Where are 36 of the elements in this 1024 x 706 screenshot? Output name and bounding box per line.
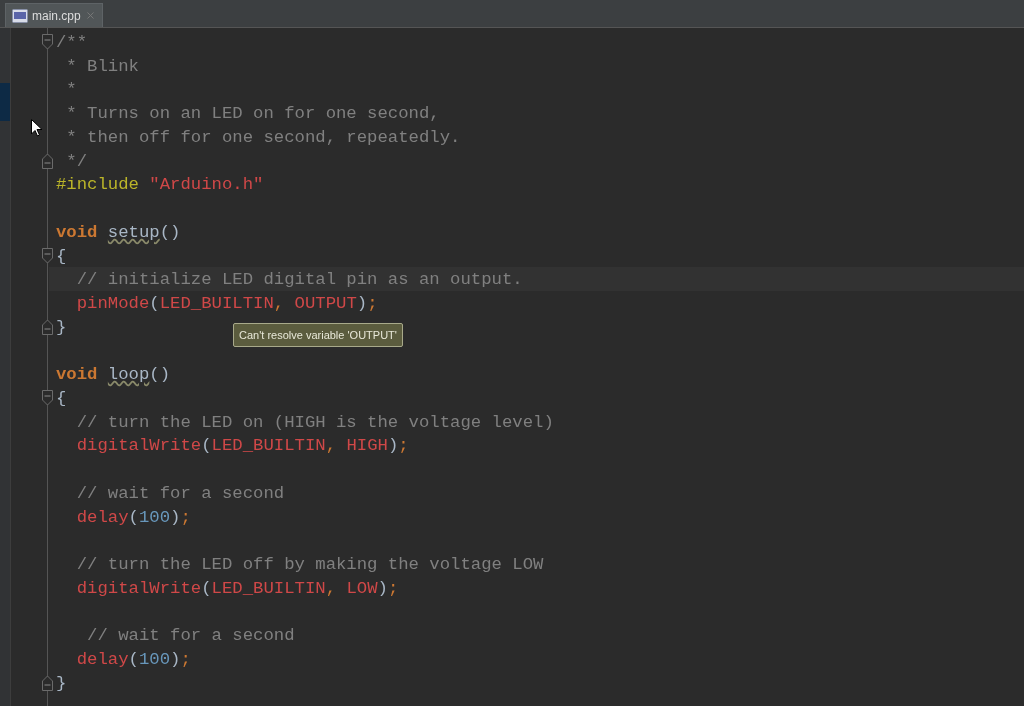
code-line: } xyxy=(56,316,67,339)
code-line: * Blink xyxy=(65,55,139,78)
fold-icon[interactable] xyxy=(42,318,53,335)
code-line: // wait for a second xyxy=(75,482,285,505)
code-line: delay(100); xyxy=(75,506,191,529)
fold-icon[interactable] xyxy=(42,674,53,691)
code-line: pinMode(LED_BUILTIN, OUTPUT); xyxy=(75,293,378,316)
file-icon xyxy=(12,8,28,23)
fold-icon[interactable] xyxy=(42,247,53,264)
code-line: { xyxy=(56,245,67,268)
code-line: // initialize LED digital pin as an output. xyxy=(75,269,523,292)
code-line: void setup() xyxy=(56,221,181,244)
code-line: * Turns on an LED on for one second, xyxy=(65,103,440,126)
code-line: /** xyxy=(56,32,88,54)
code-line: } xyxy=(56,672,67,695)
code-line: // turn the LED off by making the voltage LOW xyxy=(75,554,544,577)
sidebar-marker xyxy=(0,83,10,121)
code-line: */ xyxy=(65,150,88,173)
file-tab[interactable]: main.cpp xyxy=(5,3,103,27)
code-line: digitalWrite(LED_BUILTIN, LOW); xyxy=(75,577,399,600)
code-line: #include "Arduino.h" xyxy=(56,174,264,197)
code-line: digitalWrite(LED_BUILTIN, HIGH); xyxy=(75,435,409,458)
code-line: { xyxy=(56,388,67,410)
code-line: delay(100); xyxy=(75,649,191,672)
code-line: // turn the LED on (HIGH is the voltage level) xyxy=(75,411,554,434)
fold-icon[interactable] xyxy=(42,152,53,169)
fold-icon[interactable] xyxy=(42,390,53,406)
error-tooltip: Can't resolve variable 'OUTPUT' xyxy=(233,322,403,348)
code-line: * xyxy=(65,79,77,102)
code-line: // wait for a second xyxy=(86,625,295,648)
code-line: void loop() xyxy=(56,364,171,387)
close-icon[interactable] xyxy=(85,10,96,21)
code-line: * then off for one second, repeatedly. xyxy=(65,126,461,149)
mouse-pointer-icon xyxy=(31,119,43,137)
tab-label: main.cpp xyxy=(32,7,81,25)
fold-icon[interactable] xyxy=(42,34,53,50)
